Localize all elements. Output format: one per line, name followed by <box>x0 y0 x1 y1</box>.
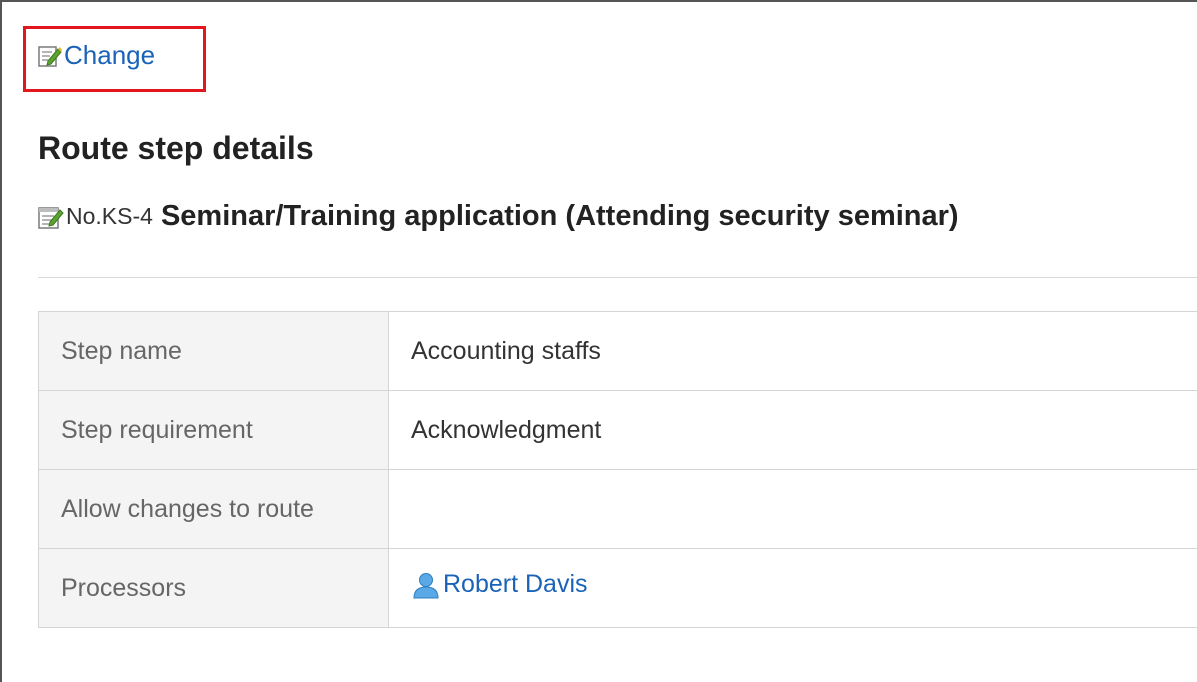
processors-label: Processors <box>38 548 389 628</box>
divider <box>38 277 1197 278</box>
allow-changes-label: Allow changes to route <box>38 469 389 549</box>
subject-line: No.KS-4 Seminar/Training application (At… <box>38 200 959 233</box>
form-icon <box>38 204 64 230</box>
page-title: Route step details <box>38 130 314 166</box>
subject-title: Seminar/Training application (Attending … <box>160 200 959 232</box>
table-row: Allow changes to route <box>38 469 1197 549</box>
user-icon <box>411 570 441 600</box>
processors-value: Robert Davis <box>388 548 1197 628</box>
step-name-label: Step name <box>38 311 389 391</box>
step-name-value: Accounting staffs <box>388 311 1197 391</box>
step-requirement-label: Step requirement <box>38 390 389 470</box>
processor-name: Robert Davis <box>443 570 588 598</box>
allow-changes-value <box>388 469 1197 549</box>
change-link[interactable]: Change <box>38 40 155 71</box>
table-row: Step requirement Acknowledgment <box>38 390 1197 470</box>
step-requirement-value: Acknowledgment <box>388 390 1197 470</box>
details-table: Step name Accounting staffs Step require… <box>38 311 1197 628</box>
processor-link[interactable]: Robert Davis <box>411 570 588 600</box>
table-row: Processors Robert Davis <box>38 548 1197 628</box>
subject-number: No.KS-4 <box>66 203 153 229</box>
table-row: Step name Accounting staffs <box>38 311 1197 391</box>
edit-icon <box>38 44 62 68</box>
change-label: Change <box>64 40 156 70</box>
